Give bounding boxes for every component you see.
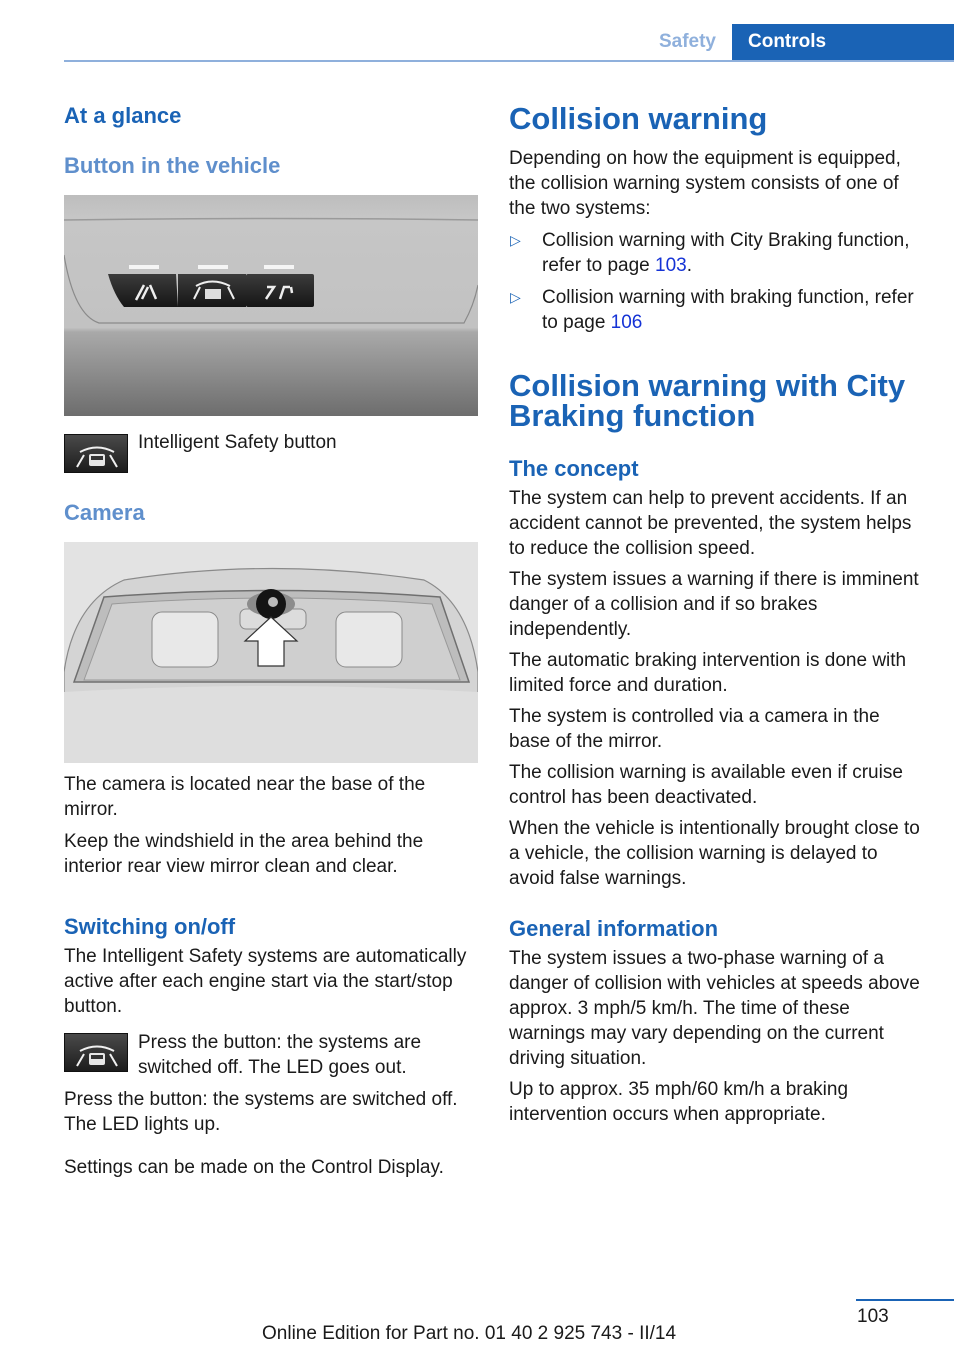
led-indicator bbox=[264, 265, 294, 269]
led-indicator bbox=[129, 265, 159, 269]
left-column: At a glance Button in the vehicle Intell… bbox=[64, 100, 478, 1180]
press-off-text: Press the button: the systems are switch… bbox=[138, 1032, 422, 1078]
concept-paragraph: When the vehicle is intentionally brough… bbox=[509, 818, 920, 889]
edition-footer: Online Edition for Part no. 01 40 2 925 … bbox=[262, 1323, 677, 1344]
press-on-text: Press the button: the systems are switch… bbox=[64, 1089, 458, 1135]
general-paragraph: The system issues a two-phase warning of… bbox=[509, 948, 920, 1069]
page-link-103[interactable]: 103 bbox=[655, 255, 687, 276]
led-indicator bbox=[198, 265, 228, 269]
concept-paragraph: The system is controlled via a camera in… bbox=[509, 706, 880, 752]
intelligent-safety-legend: Intelligent Safety button bbox=[64, 432, 478, 473]
bullet-triangle-icon: ▷ bbox=[510, 232, 521, 248]
list-item: ▷ Collision warning with braking functio… bbox=[509, 285, 925, 335]
collision-warning-heading: Collision warning bbox=[509, 101, 768, 136]
header-divider bbox=[64, 60, 954, 62]
page-link-106[interactable]: 106 bbox=[611, 312, 643, 333]
city-braking-heading: Collision warning with City Braking func… bbox=[509, 368, 906, 433]
bullet-text: Collision warning with City Braking func… bbox=[542, 230, 910, 276]
windshield-camera-image bbox=[64, 542, 478, 763]
intelligent-safety-icon bbox=[64, 434, 128, 473]
bullet-triangle-icon: ▷ bbox=[510, 289, 521, 305]
list-item: ▷ Collision warning with City Braking fu… bbox=[509, 228, 925, 278]
camera-heading: Camera bbox=[64, 500, 145, 525]
switching-heading: Switching on/off bbox=[64, 914, 236, 939]
button-in-vehicle-heading: Button in the vehicle bbox=[64, 153, 281, 178]
intelligent-safety-caption: Intelligent Safety button bbox=[138, 432, 337, 453]
right-column: Collision warning Depending on how the e… bbox=[509, 100, 925, 1127]
press-button-instruction: Press the button: the systems are switch… bbox=[64, 1030, 478, 1080]
at-a-glance-heading: At a glance bbox=[64, 103, 182, 128]
bullet-text: Collision warning with braking function,… bbox=[542, 287, 914, 333]
console-buttons-image bbox=[64, 195, 478, 416]
camera-figure bbox=[64, 542, 478, 763]
lane-change-button bbox=[246, 274, 314, 307]
general-paragraph: Up to approx. 35 mph/60 km/h a braking i… bbox=[509, 1079, 849, 1125]
switching-text: The Intelligent Safety systems are autom… bbox=[64, 946, 467, 1017]
general-information-heading: General information bbox=[509, 916, 719, 941]
settings-text: Settings can be made on the Control Disp… bbox=[64, 1157, 444, 1178]
bullet-suffix: . bbox=[686, 255, 693, 276]
console-buttons-figure bbox=[64, 195, 478, 416]
concept-heading: The concept bbox=[509, 456, 639, 481]
concept-paragraph: The system issues a warning if there is … bbox=[509, 569, 919, 640]
concept-paragraph: The automatic braking intervention is do… bbox=[509, 650, 907, 696]
intelligent-safety-icon bbox=[64, 1033, 128, 1072]
concept-paragraph: The collision warning is available even … bbox=[509, 762, 903, 808]
collision-intro: Depending on how the equipment is equipp… bbox=[509, 148, 901, 219]
concept-paragraph: The system can help to prevent accidents… bbox=[509, 488, 912, 559]
page-number: 103 bbox=[857, 1306, 889, 1327]
camera-clean-text: Keep the windshield in the area behind t… bbox=[64, 831, 424, 877]
footer-divider bbox=[856, 1299, 954, 1301]
chapter-tab-controls[interactable]: Controls bbox=[732, 24, 954, 62]
section-tab-safety[interactable]: Safety bbox=[630, 24, 732, 60]
camera-location-text: The camera is located near the base of t… bbox=[64, 774, 426, 820]
